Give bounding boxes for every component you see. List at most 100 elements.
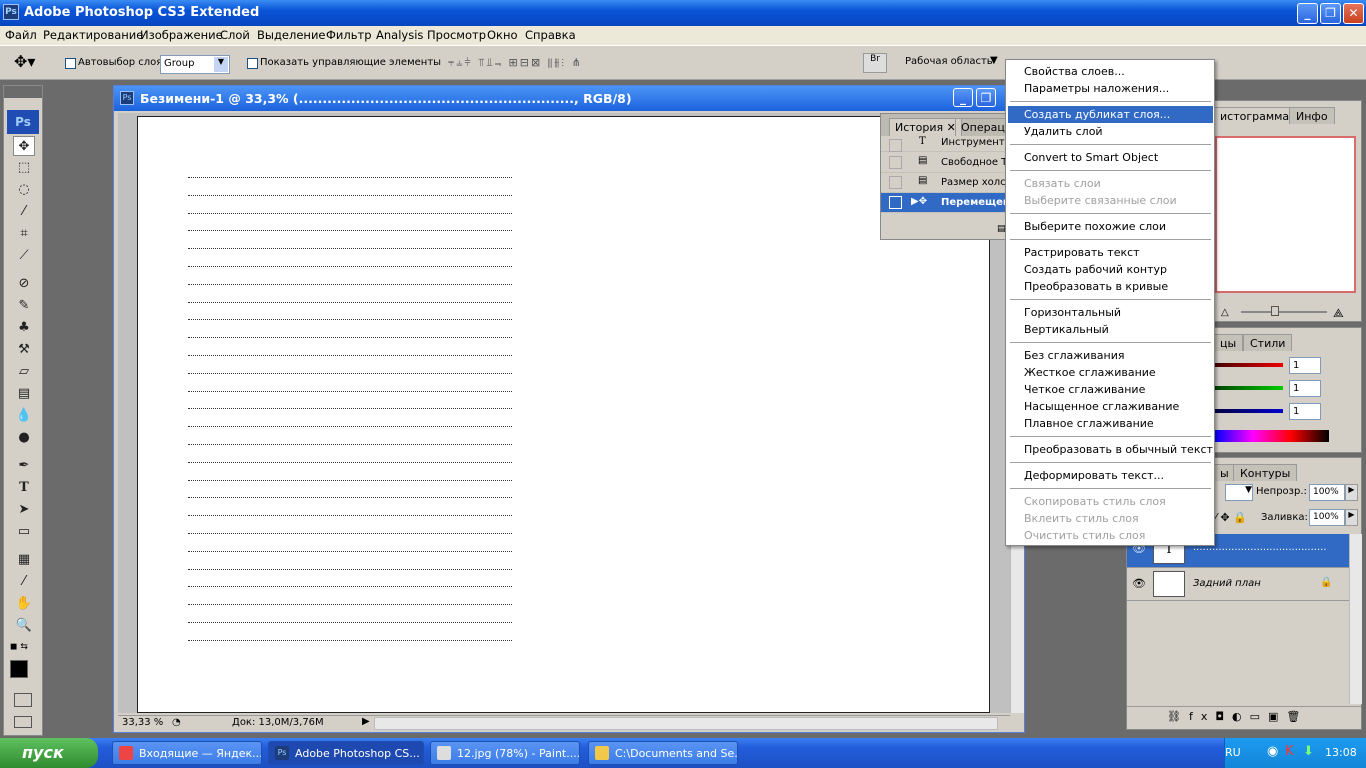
dodge-tool-icon[interactable]: ● [13, 428, 35, 448]
move-tool-icon[interactable]: ✥ [13, 136, 35, 156]
marquee-tool-icon[interactable]: ⬚ [13, 158, 35, 178]
menu-edit[interactable]: Редактирование [43, 28, 143, 42]
blue-value-input[interactable]: 1 [1289, 403, 1321, 420]
horizontal-scrollbar[interactable] [374, 717, 998, 730]
language-indicator[interactable]: RU [1225, 746, 1241, 759]
context-menu-item[interactable]: Выберите похожие слои [1008, 218, 1213, 235]
tab-swatches[interactable]: цы [1213, 334, 1244, 351]
maximize-button[interactable]: ❐ [1320, 3, 1341, 24]
history-snapshot-box[interactable] [889, 196, 902, 209]
history-snapshot-box[interactable] [889, 139, 902, 152]
context-menu-item[interactable]: Преобразовать в обычный текст [1008, 441, 1213, 458]
close-button[interactable]: ✕ [1343, 3, 1364, 24]
color-spectrum-bar[interactable] [1215, 430, 1329, 442]
tab-paths[interactable]: Контуры [1233, 464, 1298, 481]
context-menu-item[interactable]: Вертикальный [1008, 321, 1213, 338]
ps-badge-icon[interactable]: Ps [7, 110, 39, 134]
toolbox-grip[interactable] [4, 86, 42, 98]
context-menu-item[interactable]: Создать рабочий контур [1008, 261, 1213, 278]
task-yandex-mail[interactable]: Входящие — Яндек... [112, 741, 262, 765]
clone-stamp-icon[interactable]: ♣ [13, 318, 35, 338]
menu-layer[interactable]: Слой [220, 28, 250, 42]
menu-analysis[interactable]: Analysis [376, 28, 423, 42]
eyedropper-tool-icon[interactable]: ⁄ [13, 572, 35, 592]
context-menu-item[interactable]: Насыщенное сглаживание [1008, 398, 1213, 415]
document-title-bar[interactable]: Ps Безимени-1 @ 33,3% (.................… [114, 86, 1024, 111]
hand-tool-icon[interactable]: ✋ [13, 594, 35, 614]
healing-brush-icon[interactable]: ⊘ [13, 274, 35, 294]
tab-info[interactable]: Инфо [1289, 107, 1335, 124]
show-controls-checkbox[interactable] [247, 58, 258, 69]
context-menu-item[interactable]: Четкое сглаживание [1008, 381, 1213, 398]
zoom-level[interactable]: 33,33 % [122, 717, 163, 728]
quick-mask-icon[interactable] [14, 693, 32, 707]
status-options-icon[interactable]: ◔ [172, 717, 181, 728]
lock-icons[interactable]: ⁄ ✥ 🔒 [1215, 511, 1247, 524]
brush-tool-icon[interactable]: ✎ [13, 296, 35, 316]
layers-scrollbar[interactable] [1349, 534, 1362, 704]
context-menu-item[interactable]: Свойства слоев... [1008, 63, 1213, 80]
zoom-slider[interactable] [1241, 311, 1327, 313]
layer-row[interactable]: 👁 Задний план 🔒 [1127, 569, 1349, 601]
canvas[interactable] [137, 116, 990, 713]
green-value-input[interactable]: 1 [1289, 380, 1321, 397]
navigator-preview[interactable] [1215, 136, 1356, 293]
blue-slider[interactable] [1215, 409, 1283, 413]
opacity-arrow-icon[interactable]: ▶ [1345, 484, 1358, 501]
menu-window[interactable]: Окно [487, 28, 518, 42]
red-value-input[interactable]: 1 [1289, 357, 1321, 374]
start-button[interactable]: пуск [0, 738, 98, 768]
context-menu-item[interactable]: Удалить слой [1008, 123, 1213, 140]
context-menu-item[interactable]: Без сглаживания [1008, 347, 1213, 364]
layer-name[interactable]: Задний план [1193, 578, 1261, 589]
bridge-icon[interactable]: Br [863, 53, 887, 73]
notes-tool-icon[interactable]: ▦ [13, 550, 35, 570]
move-tool-preset-icon[interactable]: ✥▾ [14, 52, 35, 71]
zoom-in-icon[interactable]: ⟁ [1333, 306, 1344, 321]
context-menu-item[interactable]: Convert to Smart Object [1008, 149, 1213, 166]
path-selection-icon[interactable]: ➤ [13, 500, 35, 520]
task-explorer[interactable]: C:\Documents and Se... [588, 741, 738, 765]
context-menu-item[interactable]: Создать дубликат слоя... [1008, 106, 1213, 123]
menu-filter[interactable]: Фильтр [326, 28, 372, 42]
document-maximize-button[interactable]: ❐ [976, 88, 996, 107]
shape-tool-icon[interactable]: ▭ [13, 522, 35, 542]
lasso-tool-icon[interactable]: ◌ [13, 180, 35, 200]
fill-input[interactable]: 100% [1309, 509, 1345, 526]
task-photoshop[interactable]: Ps Adobe Photoshop CS... [268, 741, 424, 765]
menu-file[interactable]: Файл [5, 28, 37, 42]
context-menu-item[interactable]: Растрировать текст [1008, 244, 1213, 261]
autoselect-type-select[interactable]: Group ▼ [160, 55, 230, 74]
zoom-out-icon[interactable]: △ [1221, 307, 1229, 318]
green-slider[interactable] [1215, 386, 1283, 390]
history-snapshot-box[interactable] [889, 156, 902, 169]
crop-tool-icon[interactable]: ⌗ [13, 224, 35, 244]
menu-view[interactable]: Просмотр [427, 28, 486, 42]
tab-histogram[interactable]: истограмма [1213, 107, 1297, 124]
tab-history[interactable]: История ✕ [889, 118, 962, 136]
default-colors-icon[interactable]: ◼ ⇆ [10, 642, 28, 652]
zoom-tool-icon[interactable]: 🔍 [13, 616, 35, 636]
autoselect-checkbox[interactable] [65, 58, 76, 69]
visibility-eye-icon[interactable]: 👁 [1132, 577, 1146, 590]
fill-arrow-icon[interactable]: ▶ [1345, 509, 1358, 526]
type-tool-icon[interactable]: T [13, 478, 35, 498]
red-slider[interactable] [1215, 363, 1283, 367]
blur-tool-icon[interactable]: 💧 [13, 406, 35, 426]
pen-tool-icon[interactable]: ✒ [13, 456, 35, 476]
task-paint[interactable]: 12.jpg (78%) - Paint.... [430, 741, 580, 765]
menu-help[interactable]: Справка [525, 28, 576, 42]
menu-image[interactable]: Изображение [140, 28, 223, 42]
magic-wand-tool-icon[interactable]: ⁄ [13, 202, 35, 222]
minimize-button[interactable]: _ [1297, 3, 1318, 24]
workspace-dropdown-icon[interactable]: ▼ [990, 55, 998, 66]
context-menu-item[interactable]: Жесткое сглаживание [1008, 364, 1213, 381]
opacity-input[interactable]: 100% [1309, 484, 1345, 501]
tab-styles[interactable]: Стили [1243, 334, 1293, 351]
screen-mode-icon[interactable] [14, 716, 32, 728]
blend-mode-select[interactable]: ▼ [1225, 484, 1253, 501]
history-snapshot-box[interactable] [889, 176, 902, 189]
context-menu-item[interactable]: Деформировать текст... [1008, 467, 1213, 484]
context-menu-item[interactable]: Горизонтальный [1008, 304, 1213, 321]
eraser-tool-icon[interactable]: ▱ [13, 362, 35, 382]
